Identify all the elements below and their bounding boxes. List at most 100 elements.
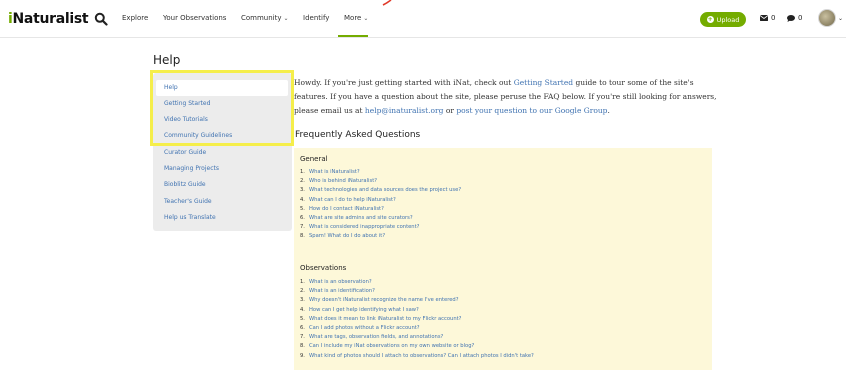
- nav-your-observations[interactable]: Your Observations: [163, 14, 226, 22]
- faq-question[interactable]: 3. Why doesn't iNaturalist recognize the …: [300, 296, 534, 305]
- faq-question[interactable]: 7. What are tags, observation fields, and…: [300, 333, 534, 342]
- annotation-pen-mark: [382, 0, 392, 6]
- search-icon[interactable]: [94, 12, 108, 26]
- nav-identify[interactable]: Identify: [303, 14, 329, 22]
- sidebar-item-video-tutorials[interactable]: Video Tutorials: [153, 112, 292, 128]
- faq-question-number: 5.: [300, 205, 305, 212]
- faq-question[interactable]: 6. Can I add photos without a Flickr acco…: [300, 324, 534, 333]
- faq-question-number: 1.: [300, 169, 305, 175]
- nav-community[interactable]: Community ⌄: [241, 14, 289, 22]
- faq-question-number: 8.: [300, 343, 305, 350]
- faq-question-number: 3.: [300, 187, 305, 194]
- sidebar-item-getting-started[interactable]: Getting Started: [153, 96, 292, 112]
- faq-question-number: 1.: [300, 279, 305, 285]
- chevron-down-icon: ⌄: [283, 15, 289, 22]
- sidebar-item-help-us-translate[interactable]: Help us Translate: [153, 210, 292, 226]
- faq-question[interactable]: 8. Can I include my iNat observations on …: [300, 342, 534, 351]
- active-nav-underline: [338, 35, 368, 37]
- nav-your-observations-label: Your Observations: [163, 14, 227, 22]
- faq-question-text[interactable]: What is an observation?: [309, 279, 372, 285]
- nav-identify-label: Identify: [303, 14, 330, 22]
- faq-question-text[interactable]: What is considered inappropriate content…: [309, 224, 419, 230]
- faq-question-text[interactable]: What kind of photos should I attach to o…: [309, 353, 534, 359]
- faq-question[interactable]: 1. What is an observation?: [300, 278, 534, 287]
- page-title: Help: [153, 53, 181, 67]
- faq-title: Frequently Asked Questions: [295, 130, 421, 140]
- faq-question-number: 6.: [300, 325, 305, 332]
- faq-observations-list: 1. What is an observation? 2. What is an i…: [300, 278, 534, 361]
- sidebar-item-community-guidelines[interactable]: Community Guidelines: [153, 128, 292, 144]
- sidebar-item-teachers-guide[interactable]: Teacher's Guide: [153, 194, 292, 210]
- nav-explore[interactable]: Explore: [122, 14, 148, 22]
- faq-question-text[interactable]: What are site admins and site curators?: [309, 215, 413, 221]
- sidebar-item-bioblitz-guide[interactable]: Bioblitz Guide: [153, 177, 292, 193]
- faq-question[interactable]: 7. What is considered inappropriate conte…: [300, 223, 461, 232]
- logo-text: Naturalist: [12, 11, 89, 27]
- faq-question-number: 4.: [300, 306, 305, 313]
- messages-button[interactable]: 0: [760, 14, 775, 22]
- faq-question[interactable]: 8. Spam! What do I do about it?: [300, 232, 461, 241]
- faq-question-text[interactable]: Can I include my iNat observations on my…: [309, 343, 474, 349]
- chevron-down-icon[interactable]: ⌄: [838, 15, 843, 22]
- faq-question-number: 3.: [300, 297, 305, 304]
- faq-question-text[interactable]: Can I add photos without a Flickr accoun…: [309, 325, 420, 331]
- faq-question[interactable]: 5. How do I contact iNaturalist?: [300, 205, 461, 214]
- nav-explore-label: Explore: [122, 14, 149, 22]
- intro-text: Howdy. If you're just getting started wi…: [294, 78, 514, 87]
- plus-icon: +: [706, 16, 714, 23]
- faq-question-number: 7.: [300, 334, 305, 341]
- intro-text: or: [443, 106, 457, 115]
- faq-question-text[interactable]: What can I do to help iNaturalist?: [309, 197, 396, 203]
- faq-question-text[interactable]: What are tags, observation fields, and a…: [309, 334, 443, 340]
- top-navbar: iNaturalist Explore Your Observations Co…: [0, 0, 846, 38]
- faq-question-text[interactable]: What is iNaturalist?: [309, 169, 360, 175]
- sidebar-item-managing-projects[interactable]: Managing Projects: [153, 161, 292, 177]
- chevron-down-icon: ⌄: [363, 15, 369, 22]
- faq-section-general-heading: General: [300, 155, 328, 163]
- faq-question[interactable]: 1. What is iNaturalist?: [300, 168, 461, 177]
- faq-question-text[interactable]: Spam! What do I do about it?: [309, 233, 385, 239]
- faq-question-number: 8.: [300, 233, 305, 240]
- faq-question-number: 6.: [300, 215, 305, 222]
- faq-question-number: 2.: [300, 178, 305, 185]
- user-avatar[interactable]: [818, 9, 836, 27]
- sidebar-item-help[interactable]: Help: [156, 80, 288, 96]
- envelope-icon: [760, 15, 768, 21]
- faq-question-text[interactable]: How can I get help identifying what I sa…: [309, 307, 419, 313]
- faq-question[interactable]: 5. What does it mean to link iNaturalist …: [300, 315, 534, 324]
- faq-question[interactable]: 2. Who is behind iNaturalist?: [300, 177, 461, 186]
- faq-question[interactable]: 3. What technologies and data sources doe…: [300, 186, 461, 195]
- help-email-link[interactable]: help@inaturalist.org: [365, 106, 444, 115]
- sidebar-item-curator-guide[interactable]: Curator Guide: [153, 145, 292, 161]
- faq-question-number: 4.: [300, 196, 305, 203]
- intro-paragraph: Howdy. If you're just getting started wi…: [294, 76, 722, 118]
- faq-question[interactable]: 4. How can I get help identifying what I …: [300, 306, 534, 315]
- nav-community-label: Community: [241, 14, 282, 22]
- faq-general-list: 1. What is iNaturalist? 2. Who is behind i…: [300, 168, 461, 242]
- faq-question-number: 9.: [300, 352, 305, 359]
- faq-question-text[interactable]: What technologies and data sources does …: [309, 187, 461, 193]
- upload-button[interactable]: + Upload: [700, 12, 746, 27]
- faq-question-text[interactable]: What does it mean to link iNaturalist to…: [309, 316, 461, 322]
- nav-more[interactable]: More ⌄: [344, 14, 368, 22]
- faq-section-observations-heading: Observations: [300, 264, 347, 272]
- faq-question-text[interactable]: Why doesn't iNaturalist recognize the na…: [309, 297, 458, 303]
- getting-started-link[interactable]: Getting Started: [514, 78, 573, 87]
- faq-question-number: 7.: [300, 224, 305, 231]
- faq-box: General 1. What is iNaturalist? 2. Who is …: [294, 148, 712, 370]
- faq-question[interactable]: 2. What is an identification?: [300, 287, 534, 296]
- google-group-link[interactable]: post your question to our Google Group: [456, 106, 607, 115]
- faq-question[interactable]: 6. What are site admins and site curators…: [300, 214, 461, 223]
- faq-question-text[interactable]: What is an identification?: [309, 288, 375, 294]
- faq-question[interactable]: 4. What can I do to help iNaturalist?: [300, 196, 461, 205]
- chat-bubble-icon: [787, 14, 795, 22]
- inaturalist-logo[interactable]: iNaturalist: [8, 11, 89, 27]
- faq-question-text[interactable]: How do I contact iNaturalist?: [309, 206, 384, 212]
- notifications-button[interactable]: 0: [787, 14, 802, 22]
- page: iNaturalist Explore Your Observations Co…: [0, 0, 846, 370]
- upload-label: Upload: [716, 15, 740, 24]
- faq-question[interactable]: 9. What kind of photos should I attach to…: [300, 352, 534, 361]
- faq-question-text[interactable]: Who is behind iNaturalist?: [309, 178, 377, 184]
- intro-text: .: [607, 106, 610, 115]
- nav-more-label: More: [344, 14, 362, 22]
